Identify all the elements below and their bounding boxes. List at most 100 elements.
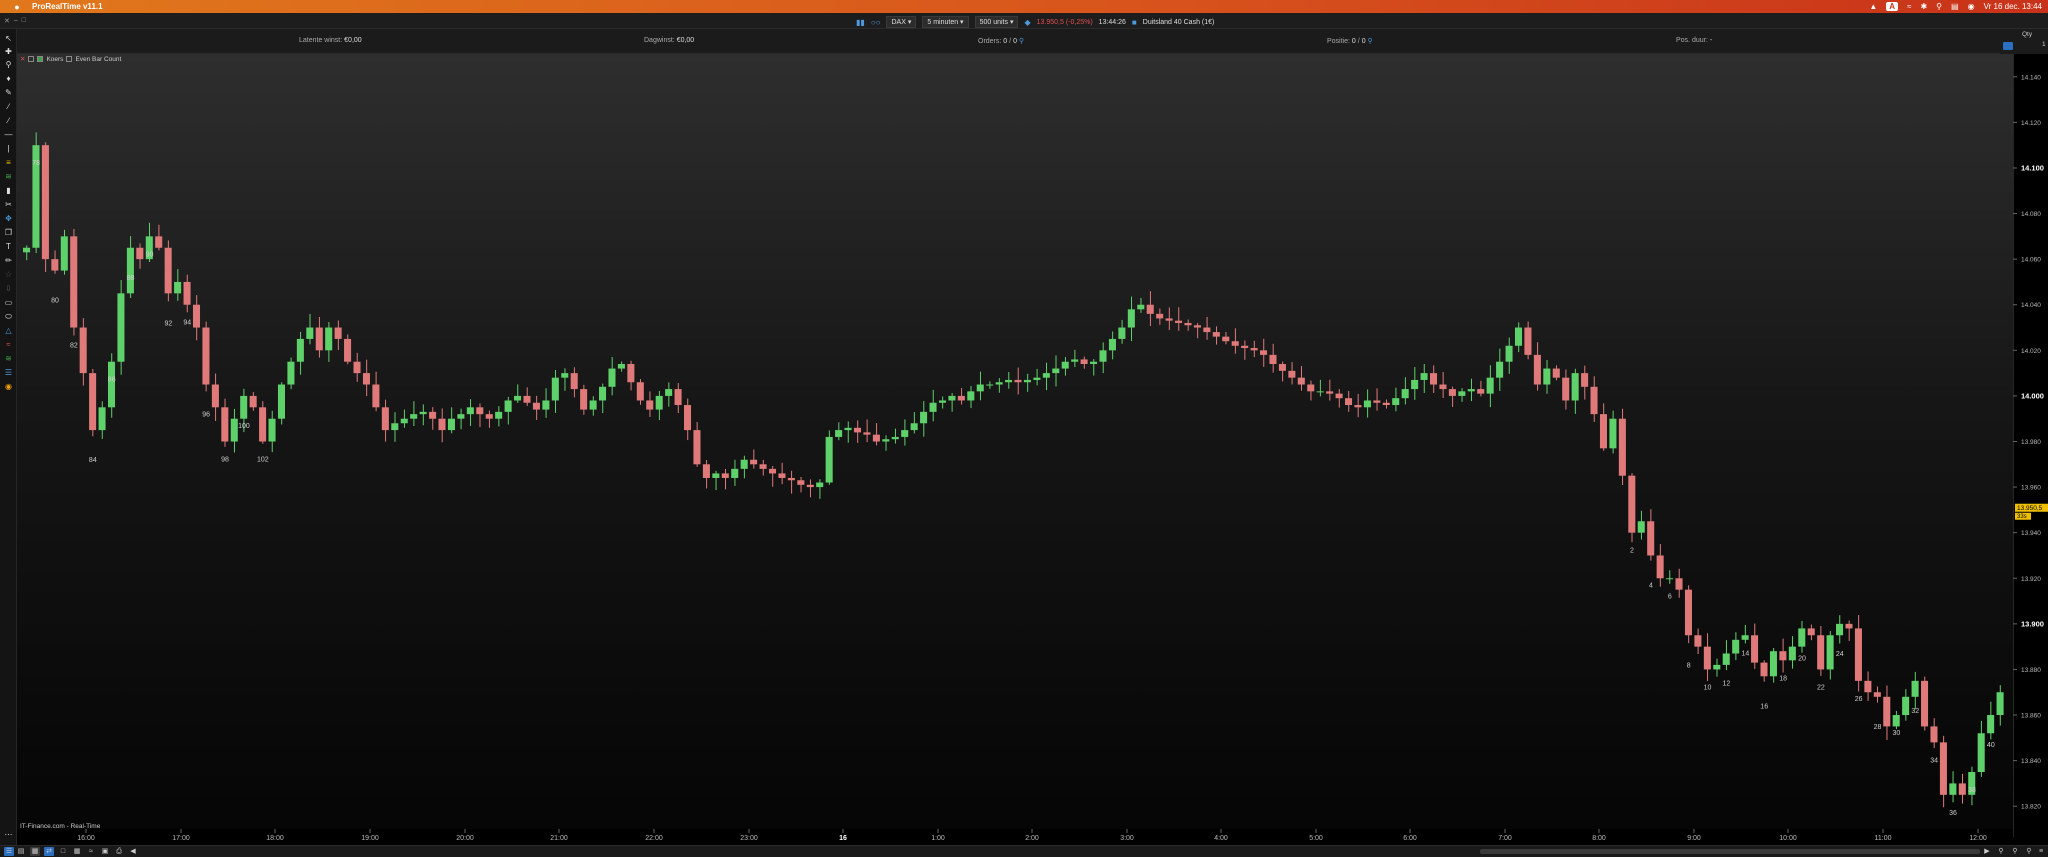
orders-search-icon[interactable]: ⚲ — [1019, 38, 1024, 45]
window-titlebar: ✕ – □ ▮▮ ○○ DAX ▾ 5 minuten ▾ 500 units … — [0, 13, 2048, 29]
print-icon[interactable]: ⎙ — [114, 847, 124, 856]
latent-profit-label: Latente winst: — [299, 37, 343, 44]
bottom-toolbar: ☰ ▤ ▦ ⇄ □ ▦ ≈ ▣ ⎙ ◀ ▶ ⚲ ⚲ ⚲ ≡ — [0, 845, 2048, 857]
qty-value[interactable]: 1 — [2042, 41, 2046, 48]
trade-button[interactable] — [2003, 42, 2013, 50]
pencil-icon[interactable]: ✎ — [3, 87, 14, 98]
status-tray: ▲ A ≈ ✱ ⚲ ▤ ◉ Vr 16 dec. 13:44 — [1869, 2, 2048, 11]
indicator-icon[interactable]: ≈ — [86, 847, 96, 856]
apple-icon[interactable]: ● — [10, 2, 24, 12]
share-icon[interactable]: ⇄ — [44, 847, 54, 856]
move-icon[interactable]: ✥ — [3, 213, 14, 224]
search-icon[interactable]: ⚲ — [1936, 2, 1942, 11]
macos-menubar: ● ProRealTime v11.1 ▲ A ≈ ✱ ⚲ ▤ ◉ Vr 16 … — [0, 0, 2048, 13]
eraser-icon[interactable]: ▮ — [3, 185, 14, 196]
position[interactable]: Positie: 0 / 0 ⚲ — [1327, 37, 1373, 45]
app-status-icon[interactable]: ▲ — [1869, 2, 1877, 11]
scissors-icon[interactable]: ✂ — [3, 199, 14, 210]
position-duration: Pos. duur: - — [1676, 37, 1712, 44]
chart-icon[interactable]: ▤ — [16, 847, 26, 856]
siri-icon[interactable]: ◉ — [1968, 2, 1975, 11]
restore-icon[interactable]: □ — [22, 17, 26, 25]
orders[interactable]: Orders: 0 / 0 ⚲ — [978, 37, 1024, 45]
window-buttons: ✕ – □ — [4, 17, 26, 25]
camera-icon[interactable]: ▣ — [100, 847, 110, 856]
control-center-icon[interactable]: ▤ — [1951, 2, 1959, 11]
trading-info-bar: Latente winst: €0,00 Dagwinst: €0,00 Ord… — [0, 29, 2048, 54]
price-series-label[interactable]: Koers — [46, 56, 63, 63]
orders-separator: / — [1009, 38, 1012, 45]
star-icon[interactable]: ☆ — [3, 269, 14, 280]
price-change: 13.950,5 (-0,25%) — [1036, 18, 1093, 26]
quote-time: 13:44:26 — [1098, 18, 1126, 26]
triangle-icon[interactable]: △ — [3, 325, 14, 336]
instrument-name: Duitsland 40 Cash (1€) — [1142, 18, 1215, 26]
workspace-icon[interactable]: ☰ — [4, 847, 14, 856]
horizontal-scrollbar[interactable] — [1480, 849, 1980, 854]
latent-profit: Latente winst: €0,00 — [299, 37, 362, 44]
close-icon[interactable]: ✕ — [4, 17, 10, 25]
daily-profit-label: Dagwinst: — [644, 37, 675, 44]
line-icon[interactable]: ∕ — [3, 115, 14, 126]
rectangle-icon[interactable]: ▭ — [3, 297, 14, 308]
interval-selector[interactable]: 5 minuten ▾ — [922, 16, 969, 28]
regression-icon[interactable]: ≈ — [3, 339, 14, 350]
zoom-icon[interactable]: ⚲ — [3, 59, 14, 70]
time-axis[interactable] — [17, 829, 2013, 845]
cursor-icon[interactable]: ↖ — [3, 33, 14, 44]
position-value: 0 — [1351, 38, 1356, 45]
units-selector[interactable]: 500 units ▾ — [974, 16, 1019, 28]
layout-icon[interactable]: ▦ — [30, 847, 40, 856]
pattern-icon[interactable]: ☰ — [3, 367, 14, 378]
instrument-selector[interactable]: DAX ▾ — [886, 16, 917, 28]
chart-legend: ✕ Koers Even Bar Count — [20, 55, 121, 64]
settings-icon[interactable] — [28, 56, 35, 62]
duration-value: - — [1709, 37, 1713, 44]
copy-icon[interactable]: ❐ — [3, 227, 14, 238]
bluetooth-icon[interactable]: ✱ — [1920, 2, 1927, 11]
alert-bell-icon[interactable]: ♦ — [3, 73, 14, 84]
more-icon[interactable]: ⋯ — [3, 829, 14, 840]
window-icon[interactable]: □ — [58, 847, 68, 856]
scroll-right-icon[interactable]: ▶ — [1982, 847, 1992, 856]
link-icon[interactable]: ○○ — [871, 18, 881, 27]
color-wheel-icon[interactable]: ◉ — [3, 381, 14, 392]
chart-type-icon[interactable]: ▮▮ — [856, 18, 865, 27]
brush-icon[interactable]: ✏ — [3, 255, 14, 266]
keyboard-badge[interactable]: A — [1886, 2, 1899, 11]
text-icon[interactable]: T — [3, 241, 14, 252]
channel-icon[interactable]: ≋ — [3, 171, 14, 182]
ellipse-icon[interactable]: ⬭ — [3, 311, 14, 322]
duration-label: Pos. duur: — [1676, 37, 1708, 44]
instrument-toolbar: ▮▮ ○○ DAX ▾ 5 minuten ▾ 500 units ▾ ◆ 13… — [856, 16, 1214, 28]
price-axis[interactable] — [2013, 54, 2048, 837]
daily-profit-value: €0,00 — [676, 37, 695, 44]
interval-value: 5 minuten — [927, 19, 959, 26]
units-value: 500 units — [979, 19, 1008, 26]
fibonacci-icon[interactable]: ≡ — [3, 157, 14, 168]
drawing-toolbar: ↖ ✚ ⚲ ♦ ✎ ∕ ∕ — | ≡ ≋ ▮ ✂ ✥ ❐ T ✏ ☆ ⇩ ▭ … — [0, 29, 17, 845]
zoom-out-icon[interactable]: ⚲ — [2010, 847, 2020, 856]
daily-profit: Dagwinst: €0,00 — [644, 37, 694, 44]
minimize-icon[interactable]: – — [14, 17, 18, 25]
trendline-icon[interactable]: ∕ — [3, 101, 14, 112]
position-search-icon[interactable]: ⚲ — [1368, 38, 1373, 45]
wifi-icon[interactable]: ≈ — [1907, 2, 1911, 11]
zoom-fit-icon[interactable]: ⚲ — [2024, 847, 2034, 856]
scroll-left-icon[interactable]: ◀ — [128, 847, 138, 856]
menubar-clock[interactable]: Vr 16 dec. 13:44 — [1984, 2, 2042, 11]
app-name[interactable]: ProRealTime v11.1 — [32, 2, 103, 11]
alert-icon[interactable]: ◆ — [1024, 18, 1030, 27]
indicator-label[interactable]: Even Bar Count — [75, 56, 121, 63]
auto-scale-icon[interactable]: ≡ — [2036, 847, 2046, 856]
vertical-line-icon[interactable]: | — [3, 143, 14, 154]
horizontal-line-icon[interactable]: — — [3, 129, 14, 140]
price-chart[interactable] — [17, 54, 2013, 837]
zoom-in-icon[interactable]: ⚲ — [1996, 847, 2006, 856]
crosshair-icon[interactable]: ✚ — [3, 46, 14, 57]
latent-profit-value: €0,00 — [344, 37, 362, 44]
close-icon[interactable]: ✕ — [20, 55, 25, 63]
gann-icon[interactable]: ≋ — [3, 353, 14, 364]
arrow-down-icon[interactable]: ⇩ — [3, 283, 14, 294]
grid-icon[interactable]: ▦ — [72, 847, 82, 856]
